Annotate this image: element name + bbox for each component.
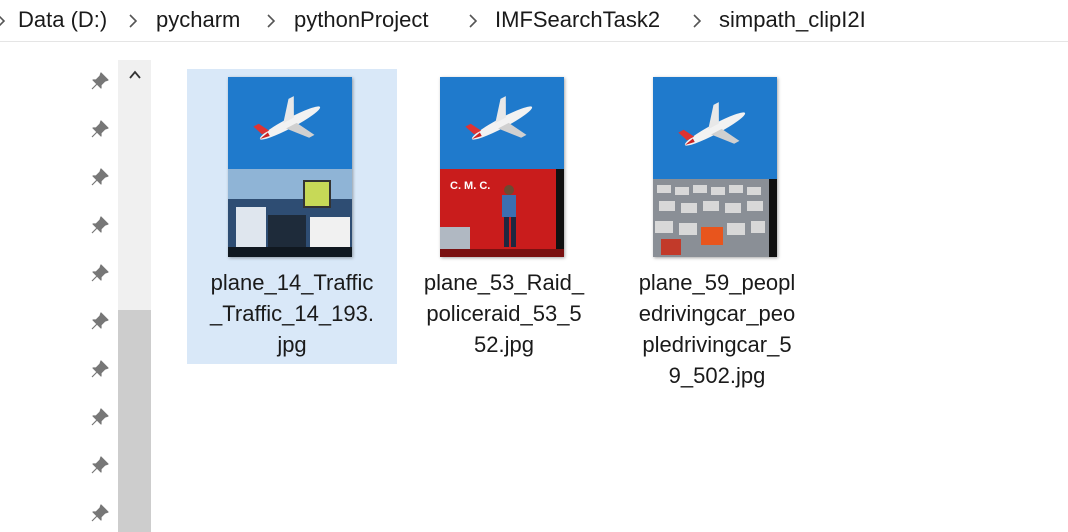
chevron-right-icon[interactable] [692,14,702,28]
pin-icon[interactable] [90,503,110,523]
file-name[interactable]: plane_59_peopl edrivingcar_peo pledrivin… [619,267,815,391]
breadcrumb-item-pythonproject[interactable]: pythonProject [294,6,429,34]
file-name-line: plane_14_Traffic [210,270,374,295]
chevron-right-icon[interactable] [266,14,276,28]
pin-icon[interactable] [90,71,110,91]
file-item[interactable]: C. M. C. plane_53_Raid_ policeraid_53_5 … [399,69,609,364]
navigation-pane [0,42,118,532]
file-item[interactable]: plane_59_peopl edrivingcar_peo pledrivin… [612,69,822,399]
file-name[interactable]: plane_14_Traffic _Traffic_14_193. jpg [194,267,390,360]
file-name-line: policeraid_53_5 [426,301,582,326]
file-item[interactable]: plane_14_Traffic _Traffic_14_193. jpg [187,69,397,364]
pin-icon[interactable] [90,263,110,283]
file-name-line: jpg [277,332,307,357]
pin-icon[interactable] [90,407,110,427]
file-name-line: pledrivingcar_5 [642,332,792,357]
scrollbar-thumb[interactable] [118,310,151,532]
address-breadcrumb: Data (D:) pycharm pythonProject IMFSearc… [0,0,1068,42]
pin-icon[interactable] [90,215,110,235]
pin-icon[interactable] [90,119,110,139]
thumbnail-sign-text: C. M. C. [450,180,490,192]
breadcrumb-item-simpath-clipi2i[interactable]: simpath_clipI2I [719,6,866,34]
pin-icon[interactable] [90,311,110,331]
chevron-up-icon[interactable] [128,68,142,80]
file-name-line: 9_502.jpg [668,363,766,388]
navigation-scrollbar[interactable] [118,60,151,532]
file-thumbnail: C. M. C. [440,77,564,257]
file-thumbnail [228,77,352,257]
file-name-line: 52.jpg [474,332,534,357]
pin-icon[interactable] [90,455,110,475]
chevron-right-icon[interactable] [128,14,138,28]
file-name-line: _Traffic_14_193. [210,301,374,326]
chevron-right-icon[interactable] [0,14,6,28]
breadcrumb-item-imfsearchtask2[interactable]: IMFSearchTask2 [495,6,660,34]
pin-icon[interactable] [90,167,110,187]
file-name-line: plane_59_peopl [638,270,796,295]
file-name-line: plane_53_Raid_ [423,270,585,295]
breadcrumb-item-pycharm[interactable]: pycharm [156,6,240,34]
breadcrumb-item-data-drive[interactable]: Data (D:) [18,6,107,34]
pin-icon[interactable] [90,359,110,379]
file-name-line: edrivingcar_peo [638,301,796,326]
file-list: plane_14_Traffic _Traffic_14_193. jpg C.… [152,42,1068,532]
chevron-right-icon[interactable] [468,14,478,28]
file-thumbnail [653,77,777,257]
file-name[interactable]: plane_53_Raid_ policeraid_53_5 52.jpg [406,267,602,360]
